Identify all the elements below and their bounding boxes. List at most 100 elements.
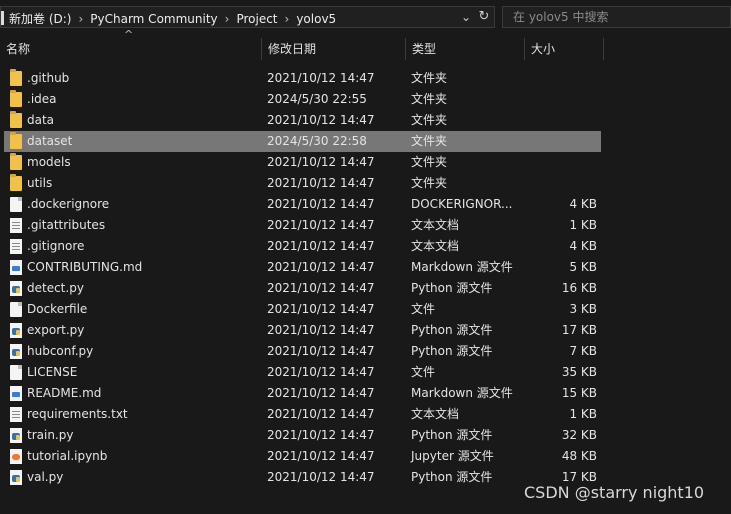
markdown-file-icon — [10, 260, 22, 275]
file-type: Markdown 源文件 — [411, 386, 513, 400]
breadcrumb-yolov5[interactable]: yolov5 — [294, 12, 338, 26]
file-size: 1 KB — [569, 218, 597, 232]
file-type: 文本文档 — [411, 218, 460, 232]
address-bar[interactable]: 新加卷 (D:) › PyCharm Community › Project ›… — [0, 6, 495, 28]
file-row[interactable]: dataset 2024/5/30 22:58 文件夹 — [4, 131, 601, 152]
file-date: 2021/10/12 14:47 — [267, 260, 375, 274]
chevron-right-icon[interactable]: › — [220, 12, 235, 26]
file-row[interactable]: .dockerignore 2021/10/12 14:47 DOCKERIGNOR… — [4, 194, 601, 215]
column-divider[interactable] — [603, 38, 604, 60]
file-type: 文件 — [411, 302, 436, 316]
file-size: 48 KB — [561, 449, 597, 463]
file-name: utils — [27, 176, 53, 190]
file-type: 文本文档 — [411, 239, 460, 253]
file-name: LICENSE — [27, 365, 78, 379]
file-row[interactable]: LICENSE 2021/10/12 14:47 文件 35 KB — [4, 362, 601, 383]
file-type: 文件夹 — [411, 155, 448, 169]
file-date: 2021/10/12 14:47 — [267, 470, 375, 484]
file-date: 2021/10/12 14:47 — [267, 302, 375, 316]
file-row[interactable]: utils 2021/10/12 14:47 文件夹 — [4, 173, 601, 194]
file-row[interactable]: .gitignore 2021/10/12 14:47 文本文档 4 KB — [4, 236, 601, 257]
file-row[interactable]: Dockerfile 2021/10/12 14:47 文件 3 KB — [4, 299, 601, 320]
python-file-icon — [10, 428, 22, 443]
file-date: 2021/10/12 14:47 — [267, 365, 375, 379]
file-row[interactable]: requirements.txt 2021/10/12 14:47 文本文档 1 KB — [4, 404, 601, 425]
file-name: detect.py — [27, 281, 84, 295]
file-size: 4 KB — [569, 197, 597, 211]
file-size: 16 KB — [561, 281, 597, 295]
file-name: README.md — [27, 386, 102, 400]
file-date: 2021/10/12 14:47 — [267, 407, 375, 421]
file-date: 2021/10/12 14:47 — [267, 428, 375, 442]
file-date: 2021/10/12 14:47 — [267, 344, 375, 358]
file-row[interactable]: hubconf.py 2021/10/12 14:47 Python 源文件 7 KB — [4, 341, 601, 362]
file-name: train.py — [27, 428, 74, 442]
file-row[interactable]: tutorial.ipynb 2021/10/12 14:47 Jupyter 源文… — [4, 446, 601, 467]
file-name: .github — [27, 71, 70, 85]
file-row[interactable]: CONTRIBUTING.md 2021/10/12 14:47 Markdown … — [4, 257, 601, 278]
file-type: Python 源文件 — [411, 281, 493, 295]
text-file-icon — [10, 239, 22, 254]
file-type: Markdown 源文件 — [411, 260, 513, 274]
column-name[interactable]: 名称 — [0, 36, 262, 62]
file-size: 3 KB — [569, 302, 597, 316]
column-type[interactable]: 类型 — [406, 36, 524, 62]
column-size[interactable]: 大小 — [525, 36, 603, 62]
file-name: .gitignore — [27, 239, 85, 253]
file-row[interactable]: export.py 2021/10/12 14:47 Python 源文件 17 KB — [4, 320, 601, 341]
breadcrumb: 新加卷 (D:) › PyCharm Community › Project ›… — [7, 10, 338, 27]
file-size: 1 KB — [569, 407, 597, 421]
file-size: 4 KB — [569, 239, 597, 253]
breadcrumb-drive[interactable]: 新加卷 (D:) — [7, 10, 73, 27]
python-file-icon — [10, 344, 22, 359]
file-type: Python 源文件 — [411, 323, 493, 337]
file-type: 文件夹 — [411, 92, 448, 106]
file-type: Python 源文件 — [411, 428, 493, 442]
file-row[interactable]: .github 2021/10/12 14:47 文件夹 — [4, 68, 601, 89]
file-type: 文件夹 — [411, 113, 448, 127]
markdown-file-icon — [10, 386, 22, 401]
chevron-right-icon[interactable]: › — [73, 12, 88, 26]
file-name: dataset — [27, 134, 73, 148]
file-name: export.py — [27, 323, 85, 337]
file-row[interactable]: .gitattributes 2021/10/12 14:47 文本文档 1 KB — [4, 215, 601, 236]
file-row[interactable]: val.py 2021/10/12 14:47 Python 源文件 17 KB — [4, 467, 601, 488]
breadcrumb-project[interactable]: Project — [234, 12, 279, 26]
python-file-icon — [10, 323, 22, 338]
search-input[interactable]: 在 yolov5 中搜索 — [502, 6, 731, 28]
chevron-right-icon[interactable]: › — [280, 12, 295, 26]
nav-edge-icon — [1, 11, 4, 25]
file-icon — [10, 365, 22, 380]
watermark: CSDN @starry night10 — [524, 483, 705, 502]
file-size: 32 KB — [561, 428, 597, 442]
file-type: Jupyter 源文件 — [411, 449, 494, 463]
file-name: CONTRIBUTING.md — [27, 260, 143, 274]
python-file-icon — [10, 281, 22, 296]
file-row[interactable]: .idea 2024/5/30 22:55 文件夹 — [4, 89, 601, 110]
file-name: .dockerignore — [27, 197, 110, 211]
file-row[interactable]: detect.py 2021/10/12 14:47 Python 源文件 16 KB — [4, 278, 601, 299]
file-row[interactable]: data 2021/10/12 14:47 文件夹 — [4, 110, 601, 131]
file-size: 7 KB — [569, 344, 597, 358]
column-date[interactable]: 修改日期 — [262, 36, 405, 62]
file-row[interactable]: train.py 2021/10/12 14:47 Python 源文件 32 KB — [4, 425, 601, 446]
file-row[interactable]: models 2021/10/12 14:47 文件夹 — [4, 152, 601, 173]
refresh-icon[interactable]: ↻ — [475, 8, 493, 26]
breadcrumb-pycharm[interactable]: PyCharm Community — [88, 12, 219, 26]
file-row[interactable]: README.md 2021/10/12 14:47 Markdown 源文件 15 … — [4, 383, 601, 404]
text-file-icon — [10, 218, 22, 233]
column-header: ^ 名称 修改日期 类型 大小 — [0, 28, 731, 62]
folder-icon — [10, 69, 22, 86]
file-name: hubconf.py — [27, 344, 94, 358]
file-date: 2021/10/12 14:47 — [267, 239, 375, 253]
file-date: 2021/10/12 14:47 — [267, 281, 375, 295]
file-date: 2021/10/12 14:47 — [267, 218, 375, 232]
file-type: Python 源文件 — [411, 470, 493, 484]
file-name: .idea — [27, 92, 57, 106]
file-name: tutorial.ipynb — [27, 449, 108, 463]
file-date: 2021/10/12 14:47 — [267, 113, 375, 127]
chevron-down-icon[interactable]: ⌄ — [457, 8, 475, 26]
file-type: 文本文档 — [411, 407, 460, 421]
file-date: 2021/10/12 14:47 — [267, 155, 375, 169]
file-type: 文件夹 — [411, 134, 448, 148]
